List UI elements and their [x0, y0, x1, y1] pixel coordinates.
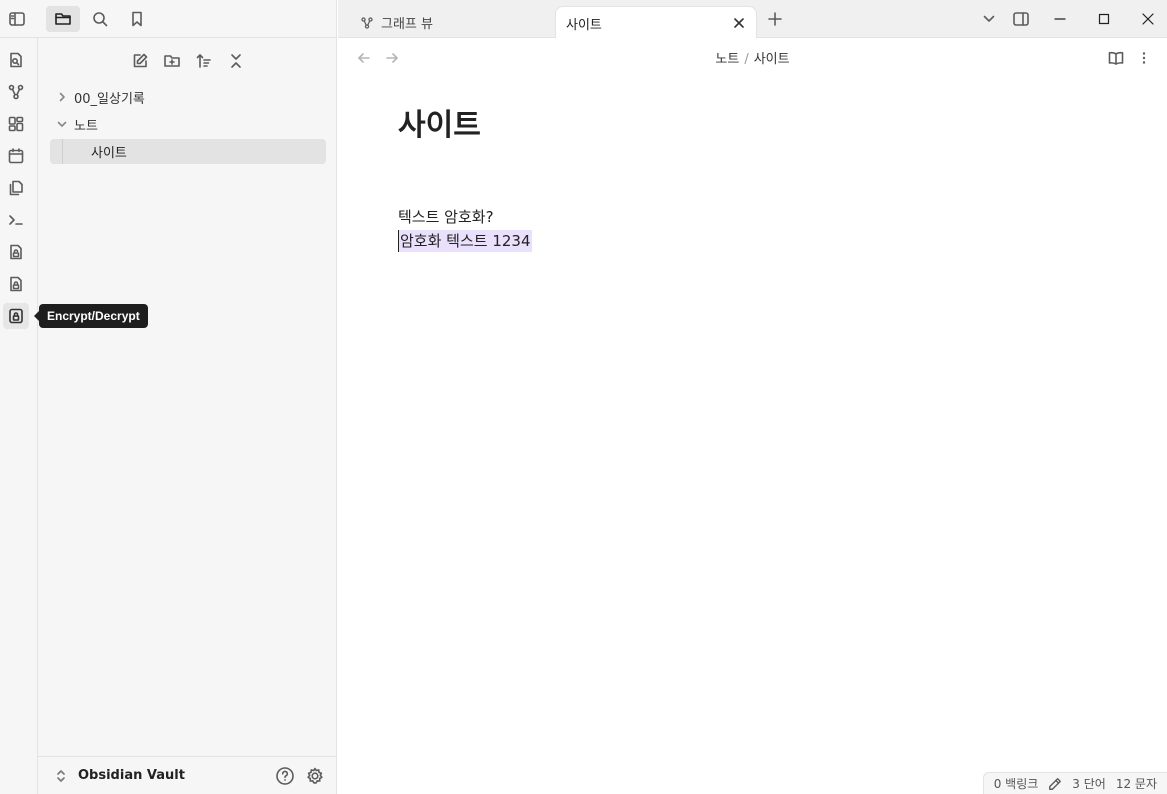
layout-dashboard-icon: [8, 116, 24, 132]
bookmark-icon: [132, 11, 142, 27]
chevrons-up-down-icon[interactable]: [54, 769, 68, 783]
ribbon-command-palette[interactable]: [3, 207, 29, 233]
chevron-down-icon: [983, 15, 995, 22]
tree-file-active[interactable]: 사이트: [50, 139, 326, 164]
ribbon-daily-note[interactable]: [3, 143, 29, 169]
tab-list-button[interactable]: [975, 5, 1003, 33]
collapse-all-button[interactable]: [222, 48, 250, 74]
pencil-icon[interactable]: [1048, 777, 1062, 791]
close-tab-icon[interactable]: [732, 16, 746, 30]
edit-icon: [133, 53, 148, 68]
file-explorer: 00_일상기록 노트 사이트 Obsidian Vault: [38, 38, 337, 794]
bookmarks-tab-button[interactable]: [120, 6, 154, 32]
tree-folder-notes[interactable]: 노트: [50, 112, 98, 136]
files-icon: [9, 180, 23, 196]
settings-gear-icon[interactable]: [305, 766, 325, 786]
ribbon: [0, 38, 38, 794]
encrypt-decrypt-tooltip: Encrypt/Decrypt: [34, 304, 148, 328]
lock-icon: [9, 308, 23, 324]
tab-bar: 그래프 뷰 사이트: [338, 0, 1167, 39]
minimize-icon: [1054, 18, 1066, 20]
ribbon-templates[interactable]: [3, 175, 29, 201]
tree-folder-label: 00_일상기록: [74, 91, 145, 107]
file-lock-icon: [10, 276, 22, 292]
terminal-icon: [9, 215, 23, 225]
graph-icon: [361, 16, 373, 29]
backlinks-count[interactable]: 0 백링크: [994, 775, 1039, 792]
help-icon[interactable]: [275, 766, 295, 786]
close-window-button[interactable]: [1134, 5, 1162, 33]
ribbon-encrypt-decrypt[interactable]: [3, 303, 29, 329]
selected-text[interactable]: 암호화 텍스트 1234: [398, 230, 532, 252]
graph-icon: [8, 84, 24, 100]
breadcrumb-folder[interactable]: 노트: [715, 52, 739, 67]
breadcrumb: 노트 / 사이트: [338, 48, 1167, 67]
chevron-right-icon: [59, 92, 65, 102]
note-line[interactable]: 텍스트 암호화?: [398, 206, 494, 227]
vault-switcher-bar: Obsidian Vault: [38, 756, 337, 794]
plus-icon: [768, 12, 782, 26]
breadcrumb-separator: /: [744, 52, 749, 67]
book-open-icon[interactable]: [1107, 49, 1125, 67]
tab-site[interactable]: 사이트: [555, 6, 757, 39]
ribbon-open-quick-switcher[interactable]: [3, 47, 29, 73]
note-title[interactable]: 사이트: [398, 100, 1098, 152]
tree-file-label: 사이트: [91, 146, 127, 161]
sidebar-right-icon: [1013, 12, 1029, 26]
new-folder-button[interactable]: [158, 48, 186, 74]
tree-folder-daily[interactable]: 00_일상기록: [50, 85, 145, 109]
search-icon: [93, 12, 108, 27]
note-line-selected[interactable]: 암호화 텍스트 1234: [398, 230, 532, 252]
sort-icon: [196, 54, 211, 68]
vault-name[interactable]: Obsidian Vault: [78, 768, 185, 783]
ribbon-graph-view[interactable]: [3, 79, 29, 105]
left-titlebar: [0, 0, 337, 38]
note-editor[interactable]: 사이트 텍스트 암호화? 암호화 텍스트 1234: [398, 100, 1098, 252]
file-unlock-icon: [10, 244, 22, 260]
folder-icon: [55, 13, 71, 25]
sort-button[interactable]: [190, 48, 218, 74]
ribbon-lock-file[interactable]: [3, 271, 29, 297]
char-count: 12 문자: [1115, 777, 1157, 791]
word-count: 3 단어: [1072, 777, 1106, 791]
tree-indent-guide: [62, 139, 63, 164]
ribbon-canvas[interactable]: [3, 111, 29, 137]
chevrons-collapse-icon: [231, 54, 241, 68]
folder-plus-icon: [164, 55, 180, 67]
tab-label: 사이트: [566, 17, 602, 33]
sidebar-toggle-icon: [9, 12, 25, 26]
breadcrumb-file[interactable]: 사이트: [754, 52, 790, 67]
maximize-icon: [1098, 13, 1110, 25]
maximize-button[interactable]: [1090, 5, 1118, 33]
tab-graph-view[interactable]: 그래프 뷰: [360, 6, 550, 39]
new-note-button[interactable]: [126, 48, 154, 74]
chevron-down-icon: [57, 121, 67, 127]
toggle-sidebar-button[interactable]: [0, 6, 34, 32]
minimize-button[interactable]: [1046, 5, 1074, 33]
more-options-icon[interactable]: [1135, 49, 1153, 67]
new-tab-button[interactable]: [761, 5, 789, 33]
search-tab-button[interactable]: [83, 6, 117, 32]
toggle-right-sidebar-button[interactable]: [1007, 5, 1035, 33]
close-icon: [1142, 13, 1154, 25]
file-search-icon: [10, 52, 22, 68]
tab-label: 그래프 뷰: [381, 17, 433, 32]
tree-folder-label: 노트: [74, 118, 98, 134]
calendar-icon: [8, 148, 24, 164]
status-bar: 0 백링크 3 단어 12 문자: [982, 772, 1167, 794]
ribbon-unlock-file[interactable]: [3, 239, 29, 265]
view-header: 노트 / 사이트: [338, 38, 1167, 76]
file-explorer-tab-button[interactable]: [46, 6, 80, 32]
